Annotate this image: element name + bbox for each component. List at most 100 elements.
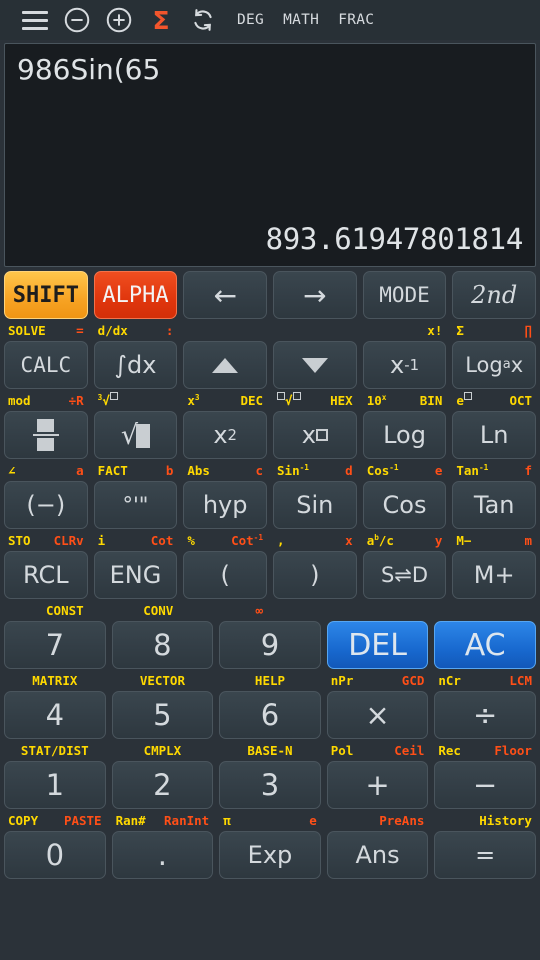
up-arrow-key[interactable] bbox=[183, 341, 268, 389]
digit-4-key[interactable]: 4 bbox=[4, 691, 106, 739]
refresh-icon[interactable] bbox=[182, 0, 224, 40]
calc-key[interactable]: CALC bbox=[4, 341, 88, 389]
ln-key-label-alpha: f bbox=[524, 462, 533, 478]
minus-key[interactable]: − bbox=[434, 761, 536, 809]
digit-2-key-cell: 2 Ran# RanInt bbox=[111, 761, 214, 831]
hamburger-menu-icon[interactable] bbox=[14, 0, 56, 40]
mode-indicators: DEG MATH FRAC bbox=[232, 12, 379, 28]
hyp-key-cell: hyp% Cot-1 bbox=[183, 481, 268, 551]
multiply-key-secondary-labels: Pol Ceil bbox=[327, 739, 429, 761]
digit-9-key[interactable]: 9 bbox=[219, 621, 321, 669]
close-paren-key[interactable]: ) bbox=[273, 551, 357, 599]
fraction-key[interactable] bbox=[4, 411, 88, 459]
alpha-key[interactable]: ALPHA bbox=[93, 271, 178, 319]
multiply-key-label-shift: Pol bbox=[330, 742, 354, 758]
plus-circle-icon[interactable] bbox=[98, 0, 140, 40]
mode-deg[interactable]: DEG bbox=[232, 12, 269, 28]
open-paren-key[interactable]: ( bbox=[183, 551, 268, 599]
negative-key[interactable]: (−) bbox=[4, 481, 88, 529]
digit-1-key-secondary-labels: COPY PASTE bbox=[4, 809, 106, 831]
sin-key-secondary-labels: ,x bbox=[273, 529, 357, 551]
sigma-icon[interactable]: Σ bbox=[140, 0, 182, 40]
answer-key-cell: Ans bbox=[326, 831, 429, 901]
second-key[interactable]: 2nd bbox=[452, 271, 537, 319]
log-base-a-key-cell: Log a x e OCT bbox=[452, 341, 537, 411]
right-arrow-key-secondary-labels bbox=[273, 319, 357, 341]
integral-key[interactable]: ∫dx bbox=[93, 341, 178, 389]
digit-5-key[interactable]: 5 bbox=[111, 691, 214, 739]
rcl-key[interactable]: RCL bbox=[4, 551, 88, 599]
log-key[interactable]: Log bbox=[362, 411, 447, 459]
digit-7-key-cell: 7 MATRIX bbox=[4, 621, 106, 691]
digit-5-key-cell: 5 CMPLX bbox=[111, 691, 214, 761]
down-arrow-key-label-shift: √ bbox=[277, 391, 301, 408]
digit-3-key[interactable]: 3 bbox=[219, 761, 321, 809]
digit-3-key-secondary-labels: πe bbox=[219, 809, 321, 831]
sd-toggle-key[interactable]: S⇌D bbox=[362, 551, 447, 599]
exponent-key[interactable]: Exp bbox=[219, 831, 321, 879]
multiply-key[interactable]: × bbox=[326, 691, 429, 739]
left-arrow-key[interactable]: ← bbox=[183, 271, 268, 319]
cos-key-label-alpha: y bbox=[434, 532, 443, 548]
mode-key[interactable]: MODE bbox=[362, 271, 447, 319]
square-key[interactable]: x2 bbox=[183, 411, 268, 459]
delete-key[interactable]: DEL bbox=[326, 621, 429, 669]
shift-key-label-alpha: = bbox=[76, 322, 84, 338]
calculator-display[interactable]: 986Sin(65 893.61947801814 bbox=[4, 43, 536, 267]
decimal-point-key[interactable]: . bbox=[111, 831, 214, 879]
open-paren-key-cell: (∞ bbox=[183, 551, 268, 621]
hyp-key[interactable]: hyp bbox=[183, 481, 268, 529]
digit-6-key[interactable]: 6 bbox=[219, 691, 321, 739]
ln-key[interactable]: Ln bbox=[452, 411, 537, 459]
equals-key[interactable]: = bbox=[434, 831, 536, 879]
plus-key[interactable]: + bbox=[326, 761, 429, 809]
power-key[interactable]: x bbox=[273, 411, 357, 459]
minus-circle-icon[interactable] bbox=[56, 0, 98, 40]
digit-8-key[interactable]: 8 bbox=[111, 621, 214, 669]
second-key-secondary-labels: Σ ∏ bbox=[452, 319, 536, 341]
cos-key-label-shift: ab/c bbox=[366, 532, 394, 548]
memory-plus-key[interactable]: M+ bbox=[452, 551, 537, 599]
log-base-a-key[interactable]: Log a x bbox=[452, 341, 537, 389]
open-paren-key-secondary-labels: ∞ bbox=[183, 599, 267, 621]
cos-key-secondary-labels: ab/c y bbox=[363, 529, 447, 551]
down-arrow-key-label-alpha: HEX bbox=[330, 392, 353, 408]
sin-key[interactable]: Sin bbox=[273, 481, 357, 529]
inverse-key[interactable]: x -1 bbox=[362, 341, 447, 389]
expression-text: 986Sin(65 bbox=[17, 53, 161, 86]
sin-key-label-shift: , bbox=[277, 532, 285, 548]
shift-key[interactable]: SHIFT bbox=[4, 271, 88, 319]
tan-key[interactable]: Tan bbox=[452, 481, 537, 529]
inverse-key-label-alpha: BIN bbox=[419, 392, 443, 408]
negative-key-cell: (−) STO CLRv bbox=[4, 481, 88, 551]
digit-7-key[interactable]: 7 bbox=[4, 621, 106, 669]
mode-frac[interactable]: FRAC bbox=[333, 12, 379, 28]
digit-1-key[interactable]: 1 bbox=[4, 761, 106, 809]
right-arrow-key[interactable]: → bbox=[273, 271, 357, 319]
digit-2-key[interactable]: 2 bbox=[111, 761, 214, 809]
square-key-label-alpha: c bbox=[255, 462, 264, 478]
dms-key[interactable]: °'" bbox=[93, 481, 178, 529]
key-row: CALC mod ÷R ∫dx 3√ x3 DEC √ HEX x -1 10x BIN Log a x e OC… bbox=[4, 341, 537, 411]
digit-3-key-label-shift: π bbox=[223, 812, 231, 828]
down-arrow-key[interactable] bbox=[273, 341, 357, 389]
mode-key-cell: MODE x! bbox=[362, 271, 447, 341]
calc-key-label-shift: mod bbox=[8, 392, 31, 408]
all-clear-key[interactable]: AC bbox=[434, 621, 536, 669]
digit-0-key[interactable]: 0 bbox=[4, 831, 106, 879]
sqrt-key[interactable]: √ bbox=[93, 411, 178, 459]
mode-math[interactable]: MATH bbox=[278, 12, 324, 28]
top-toolbar: Σ DEG MATH FRAC bbox=[0, 0, 540, 40]
log-base-a-key-label-shift: e bbox=[456, 391, 472, 408]
eng-key[interactable]: ENG bbox=[93, 551, 178, 599]
cos-key[interactable]: Cos bbox=[362, 481, 447, 529]
all-clear-key-label-alpha: LCM bbox=[509, 672, 532, 688]
divide-key[interactable]: ÷ bbox=[434, 691, 536, 739]
digit-4-key-label-secondary: STAT/DIST bbox=[20, 742, 89, 758]
calc-key-secondary-labels: mod ÷R bbox=[4, 389, 88, 411]
shift-key-secondary-labels: SOLVE = bbox=[4, 319, 88, 341]
delete-key-label-shift: nPr bbox=[330, 672, 354, 688]
answer-key[interactable]: Ans bbox=[326, 831, 429, 879]
result-text: 893.61947801814 bbox=[265, 222, 524, 256]
key-row: (−) STO CLRv °'" i Cot hyp% Cot-1 Sin, x Cos ab/c y T… bbox=[4, 481, 537, 551]
